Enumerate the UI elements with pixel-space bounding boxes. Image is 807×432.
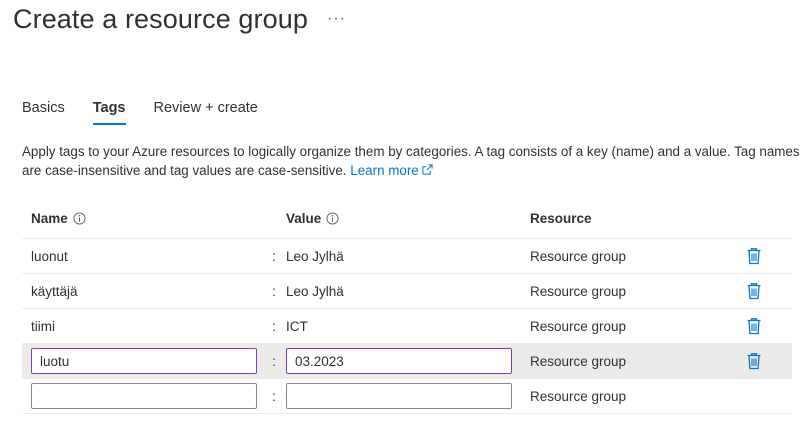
tab-list: Basics Tags Review + create <box>22 100 286 125</box>
tag-resource: Resource group <box>530 388 627 404</box>
page-title: Create a resource group <box>13 4 308 34</box>
delete-tag-button[interactable] <box>744 239 764 273</box>
info-icon[interactable] <box>326 212 339 225</box>
table-row: käyttäjä : Leo Jylhä Resource group <box>22 274 792 309</box>
table-row-editing: : Resource group <box>22 344 792 379</box>
delete-tag-button[interactable] <box>744 274 764 308</box>
table-row: luonut : Leo Jylhä Resource group <box>22 239 792 274</box>
tag-separator: : <box>272 388 276 404</box>
trash-icon <box>747 248 761 265</box>
tag-separator: : <box>272 248 276 264</box>
tag-name[interactable]: tiimi <box>31 309 261 343</box>
tag-separator: : <box>272 318 276 334</box>
info-icon[interactable] <box>73 212 86 225</box>
table-row: tiimi : ICT Resource group <box>22 309 792 344</box>
tag-resource: Resource group <box>530 353 627 369</box>
tag-name[interactable]: luonut <box>31 239 261 273</box>
tag-separator: : <box>272 353 276 369</box>
learn-more-link[interactable]: Learn more <box>350 163 433 178</box>
more-options-button[interactable]: ··· <box>327 10 346 28</box>
new-tag-value-input[interactable] <box>286 383 512 409</box>
tag-name[interactable]: käyttäjä <box>31 274 261 308</box>
learn-more-label: Learn more <box>350 163 419 178</box>
tag-value[interactable]: Leo Jylhä <box>286 274 516 308</box>
column-header-resource: Resource <box>530 211 592 226</box>
column-header-name: Name <box>31 211 86 226</box>
trash-icon <box>747 283 761 300</box>
trash-icon <box>747 318 761 335</box>
new-tag-name-input[interactable] <box>31 383 257 409</box>
tag-resource: Resource group <box>530 318 627 334</box>
tag-value[interactable]: ICT <box>286 309 516 343</box>
tab-review-create[interactable]: Review + create <box>154 100 258 124</box>
tag-value-input[interactable] <box>286 348 512 374</box>
column-header-resource-label: Resource <box>530 211 592 226</box>
tab-basics[interactable]: Basics <box>22 100 65 124</box>
tag-resource: Resource group <box>530 248 627 264</box>
tab-tags[interactable]: Tags <box>92 100 126 125</box>
tags-description: Apply tags to your Azure resources to lo… <box>22 142 802 180</box>
tag-resource: Resource group <box>530 283 627 299</box>
column-header-name-label: Name <box>31 211 68 226</box>
trash-icon <box>747 353 761 370</box>
delete-tag-button[interactable] <box>744 344 764 378</box>
tag-value[interactable]: Leo Jylhä <box>286 239 516 273</box>
delete-tag-button[interactable] <box>744 309 764 343</box>
column-header-value-label: Value <box>286 211 322 226</box>
column-header-value: Value <box>286 211 339 226</box>
tag-name-input[interactable] <box>31 348 257 374</box>
external-link-icon <box>422 164 433 175</box>
tag-separator: : <box>272 283 276 299</box>
table-row-new: : Resource group <box>22 379 792 414</box>
